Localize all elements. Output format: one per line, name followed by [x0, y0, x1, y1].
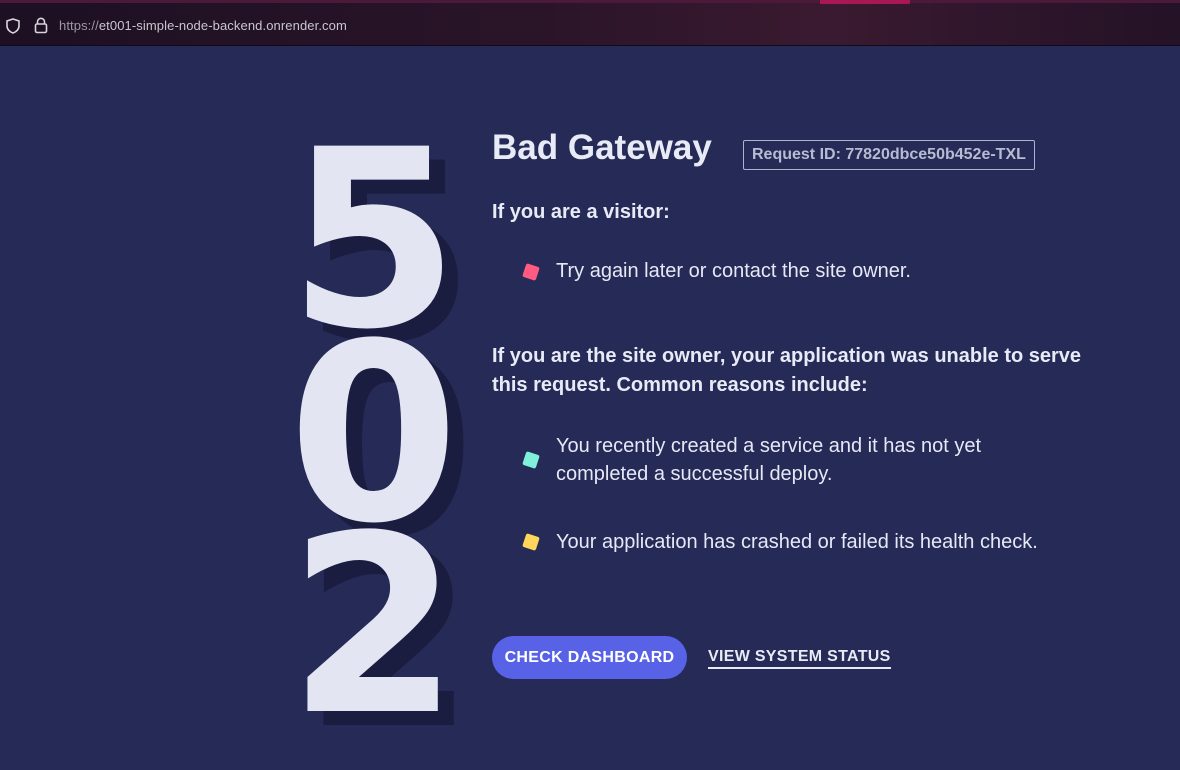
tab-glow-accent: [820, 0, 910, 4]
list-item: Your application has crashed or failed i…: [556, 531, 1038, 553]
error-digit-2: 2: [288, 484, 460, 770]
error-code-502: 5 0 2: [288, 118, 459, 750]
bullet-yellow-icon: [522, 533, 540, 551]
lock-icon[interactable]: [34, 17, 48, 39]
browser-address-bar: https://et001-simple-node-backend.onrend…: [0, 0, 1180, 46]
visitor-heading: If you are a visitor:: [492, 201, 670, 223]
url-host: et001-simple-node-backend.onrender.com: [98, 18, 347, 33]
view-system-status-link[interactable]: VIEW SYSTEM STATUS: [708, 648, 891, 669]
bullet-teal-icon: [522, 451, 540, 469]
page-title: Bad Gateway: [492, 128, 712, 167]
request-id-badge: Request ID: 77820dbce50b452e-TXL: [743, 140, 1035, 170]
list-item: You recently created a service and it ha…: [556, 435, 982, 485]
check-dashboard-button[interactable]: CHECK DASHBOARD: [492, 636, 687, 679]
url-field[interactable]: https://et001-simple-node-backend.onrend…: [59, 18, 347, 33]
url-protocol: https://: [59, 18, 99, 33]
bullet-pink-icon: [522, 263, 540, 281]
shield-icon[interactable]: [6, 18, 20, 39]
owner-heading: If you are the site owner, your applicat…: [492, 345, 1082, 396]
list-item: Try again later or contact the site owne…: [556, 260, 911, 282]
